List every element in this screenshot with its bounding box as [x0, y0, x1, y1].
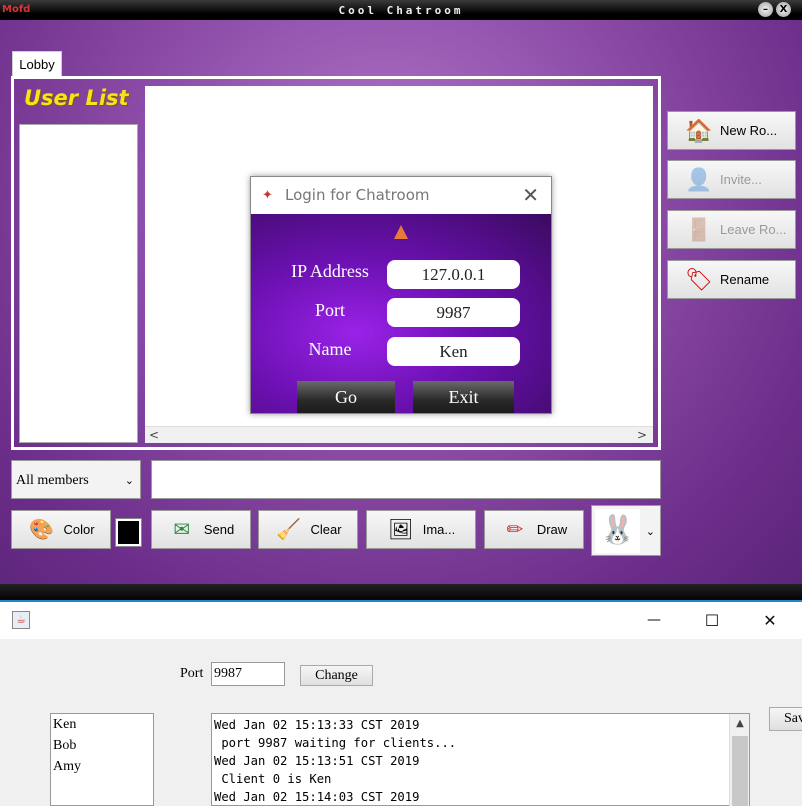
house-icon: 🏠 [685, 117, 713, 143]
message-input[interactable] [151, 460, 661, 499]
horizontal-scrollbar[interactable]: < > [145, 426, 653, 443]
save-button[interactable]: Save [769, 707, 802, 731]
send-mail-icon: ✉ [173, 519, 191, 541]
draw-button[interactable]: ✏ Draw [484, 510, 584, 549]
list-item[interactable]: Ken [53, 717, 76, 733]
chevron-down-icon[interactable]: ⌄ [646, 506, 655, 557]
port-field[interactable]: 9987 [387, 298, 520, 327]
chatroom-title-bar[interactable]: Cool Chatroom [0, 0, 802, 20]
wolf-emblem-icon: ▲ [389, 219, 413, 245]
emoji-select[interactable]: 🐰 ⌄ [591, 505, 661, 556]
paint-bucket-icon: 🎨 [29, 519, 54, 541]
log-scrollbar[interactable]: ▲ [729, 714, 749, 806]
scroll-thumb[interactable] [732, 736, 748, 806]
invite-user-icon: 👤 [685, 166, 713, 192]
close-button[interactable]: ✕ [747, 602, 793, 639]
leave-room-label: Leave Ro... [720, 222, 787, 237]
list-item[interactable]: Bob [53, 738, 76, 754]
pencil-icon: ✏ [506, 519, 524, 541]
go-button[interactable]: Go [297, 381, 395, 413]
broom-icon: 🧹 [276, 519, 301, 541]
list-item[interactable]: Amy [53, 759, 81, 775]
image-button[interactable]: 🖼 Ima... [366, 510, 476, 549]
port-label: Port [314, 300, 345, 320]
minimize-button[interactable]: – [758, 2, 773, 17]
clients-list[interactable]: Ken Bob Amy [50, 713, 154, 806]
close-button[interactable]: X [776, 2, 791, 17]
server-title-bar[interactable] [0, 602, 802, 639]
color-swatch[interactable] [115, 518, 142, 547]
log-line: Wed Jan 02 15:13:33 CST 2019 [214, 718, 420, 732]
clear-label: Clear [310, 522, 342, 537]
recipient-select-value: All members [16, 473, 89, 488]
scroll-right-icon[interactable]: > [637, 427, 647, 444]
color-label: Color [63, 522, 95, 537]
login-title-bar[interactable]: ✦ Login for Chatroom ✕ [251, 177, 551, 214]
log-line: Client 0 is Ken [214, 772, 332, 786]
server-port-label: Port [180, 666, 204, 681]
window-title: Cool Chatroom [338, 4, 464, 17]
user-list[interactable] [19, 124, 138, 443]
color-button[interactable]: 🎨 Color [11, 510, 111, 549]
log-line: port 9987 waiting for clients... [214, 736, 457, 750]
java-icon: ☕ [12, 611, 30, 629]
rabbit-emoji-icon: 🐰 [595, 509, 640, 553]
clear-button[interactable]: 🧹 Clear [258, 510, 358, 549]
name-label: Name [308, 339, 352, 359]
send-label: Send [203, 522, 235, 537]
tag-icon: 🏷 [685, 266, 713, 292]
scroll-left-icon[interactable]: < [149, 427, 159, 444]
login-dialog-title: Login for Chatroom [285, 186, 430, 204]
close-icon[interactable]: ✕ [522, 177, 539, 214]
chevron-down-icon: ⌄ [124, 474, 134, 487]
send-button[interactable]: ✉ Send [151, 510, 251, 549]
change-button[interactable]: Change [300, 665, 373, 686]
minimize-button[interactable]: — [631, 602, 677, 639]
ip-address-field[interactable]: 127.0.0.1 [387, 260, 520, 289]
log-line: Wed Jan 02 15:14:03 CST 2019 [214, 790, 420, 804]
scroll-up-icon[interactable]: ▲ [730, 714, 750, 734]
user-list-title: User List [24, 86, 129, 110]
maximize-button[interactable]: ☐ [689, 602, 735, 639]
tab-lobby[interactable]: Lobby [12, 51, 62, 76]
new-room-button[interactable]: 🏠 New Ro... [667, 111, 796, 150]
name-field[interactable]: Ken [387, 337, 520, 366]
image-icon: 🖼 [388, 519, 414, 541]
log-line: Wed Jan 02 15:13:51 CST 2019 [214, 754, 420, 768]
door-icon: 🚪 [685, 216, 713, 242]
leave-room-button[interactable]: 🚪 Leave Ro... [667, 210, 796, 249]
invite-button[interactable]: 👤 Invite... [667, 160, 796, 199]
new-room-label: New Ro... [720, 123, 778, 138]
invite-label: Invite... [720, 172, 762, 187]
rename-button[interactable]: 🏷 Rename [667, 260, 796, 299]
app-logo-icon: Mofd [2, 4, 31, 15]
chatroom-window: Cool Chatroom Mofd – X Lobby User List <… [0, 0, 802, 602]
login-body: ▲ IP Address 127.0.0.1 Port 9987 Name Ke… [251, 214, 551, 413]
draw-label: Draw [536, 522, 568, 537]
ip-address-label: IP Address [291, 261, 369, 281]
rename-label: Rename [720, 272, 770, 287]
exit-button[interactable]: Exit [413, 381, 514, 413]
app-logo-icon: ✦ [262, 188, 273, 203]
login-dialog: ✦ Login for Chatroom ✕ ▲ IP Address 127.… [250, 176, 552, 414]
image-label: Ima... [422, 522, 456, 537]
recipient-select[interactable]: All members ⌄ [11, 460, 141, 499]
server-log[interactable]: Wed Jan 02 15:13:33 CST 2019 port 9987 w… [211, 713, 750, 806]
server-port-field[interactable]: 9987 [211, 662, 285, 686]
